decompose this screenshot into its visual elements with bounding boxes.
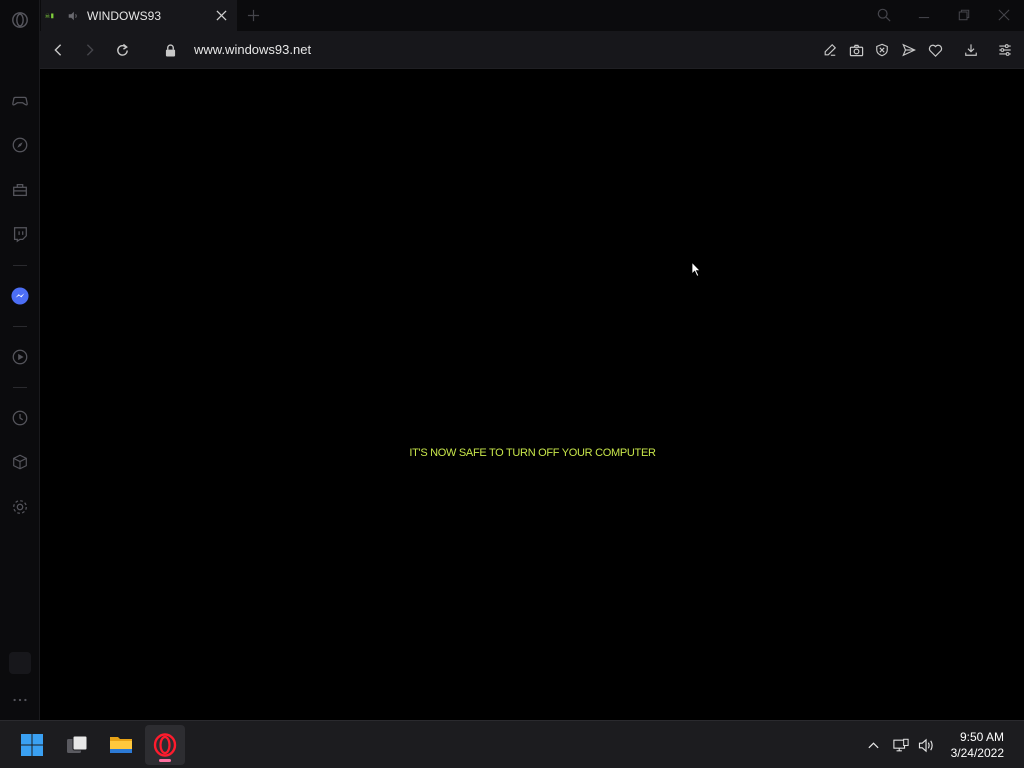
history-icon[interactable] [9,407,31,429]
mouse-cursor-icon [691,261,702,283]
tab-strip: ☠▮ WINDOWS93 [40,0,1024,31]
taskbar: 9:50 AM 3/24/2022 [0,720,1024,768]
clock-date: 3/24/2022 [950,746,1004,760]
sidebar-separator [13,265,27,266]
restore-icon[interactable] [953,5,975,25]
chevron-up-icon[interactable] [863,735,883,755]
messenger-icon[interactable] [9,285,31,307]
send-icon[interactable] [900,41,918,59]
gear-icon[interactable] [9,496,31,518]
opera-logo-icon[interactable] [9,9,31,31]
windows-start-icon[interactable] [12,725,52,765]
system-clock[interactable]: 9:50 AM 3/24/2022 [951,729,1004,761]
opera-sidebar [0,0,40,720]
reload-icon[interactable] [112,40,132,60]
desktop: ☠▮ WINDOWS93 www.windows93.net IT'S NOW … [0,0,1024,768]
twitch-icon[interactable] [9,223,31,245]
edit-icon[interactable] [821,41,839,59]
clock-time: 9:50 AM [959,730,1004,744]
sidebar-separator [13,326,27,327]
file-explorer-icon[interactable] [101,725,141,765]
url-field[interactable]: www.windows93.net [194,42,311,57]
ticket-icon[interactable] [9,179,31,201]
heart-icon[interactable] [926,41,944,59]
network-icon[interactable] [891,735,911,755]
download-icon[interactable] [962,41,980,59]
sidebar-separator [13,387,27,388]
search-icon[interactable] [873,5,895,25]
opera-icon[interactable] [145,725,185,765]
volume-icon[interactable] [916,735,936,755]
more-icon[interactable] [9,689,31,711]
play-icon[interactable] [9,346,31,368]
close-window-icon[interactable] [993,5,1015,25]
address-bar-row: www.windows93.net [40,31,1024,69]
back-icon[interactable] [48,40,68,60]
favicon-icon: ☠▮ [45,10,55,20]
active-app-indicator [159,759,171,762]
shutdown-message: IT'S NOW SAFE TO TURN OFF YOUR COMPUTER [409,447,656,459]
gamepad-icon[interactable] [9,90,31,112]
forward-icon[interactable] [80,40,100,60]
sidebar-blank-slot[interactable] [9,652,31,674]
tab-title: WINDOWS93 [87,8,162,23]
cube-icon[interactable] [9,451,31,473]
tab-windows93[interactable]: ☠▮ WINDOWS93 [41,0,237,31]
task-view-icon[interactable] [57,725,97,765]
new-tab-icon[interactable] [245,7,261,23]
close-tab-icon[interactable] [213,8,229,24]
lock-icon[interactable] [163,42,177,58]
minimize-icon[interactable] [913,5,935,25]
shield-icon[interactable] [873,41,891,59]
speaker-icon[interactable] [67,9,81,23]
easy-setup-icon[interactable] [996,41,1014,59]
camera-icon[interactable] [847,41,865,59]
web-page-viewport[interactable]: IT'S NOW SAFE TO TURN OFF YOUR COMPUTER [41,70,1024,720]
compass-icon[interactable] [9,134,31,156]
